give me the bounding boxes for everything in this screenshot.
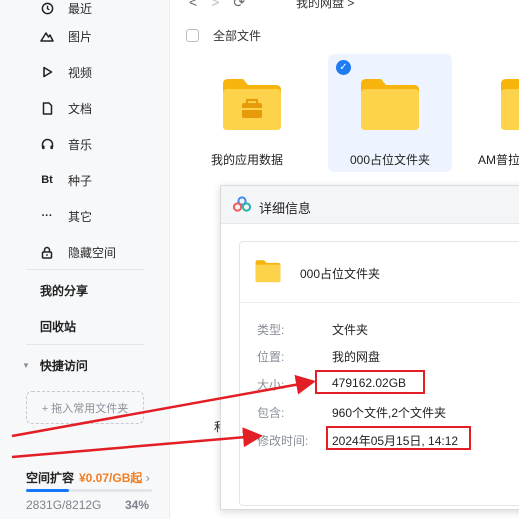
storage-used: 2831G/8212G <box>26 498 102 512</box>
location-value[interactable]: 我的网盘 <box>332 348 380 365</box>
sidebar-item-label: 文档 <box>68 101 93 116</box>
app-folder-icon <box>223 79 281 130</box>
sidebar-item-hidden-space[interactable]: 隐藏空间 <box>0 234 168 270</box>
dialog-header: 详细信息 <box>221 186 519 224</box>
contains-label: 包含: <box>257 406 285 420</box>
select-all-checkbox[interactable] <box>186 29 199 42</box>
nav-buttons: < > ⟳ <box>189 0 245 11</box>
breadcrumb[interactable]: 我的网盘 > <box>296 0 354 11</box>
location-label: 位置: <box>257 350 285 364</box>
more-icon: ··· <box>41 210 53 222</box>
back-icon[interactable]: < <box>189 0 197 11</box>
sidebar-item-label: 视频 <box>68 65 93 80</box>
folder-tile-selected[interactable]: ✓ 000占位文件夹 <box>328 54 452 172</box>
quick-access-header[interactable]: ▼ 快捷访问 <box>22 357 88 374</box>
refresh-icon[interactable]: ⟳ <box>233 0 245 11</box>
sidebar-item-music[interactable]: 音乐 <box>0 126 168 162</box>
sidebar-item-torrents[interactable]: Bt 种子 <box>0 162 168 198</box>
sidebar: 最近 图片 视频 文档 音乐 Bt 种子 ··· 其它 隐藏空间 我的分享 回收… <box>0 0 170 519</box>
size-label: 大小: <box>257 378 285 392</box>
folder-tile[interactable]: AM普拉 <box>471 54 519 172</box>
clock-icon <box>40 1 54 15</box>
play-icon <box>40 65 54 79</box>
folder-icon <box>361 79 419 130</box>
sidebar-item-label: 音乐 <box>68 137 93 152</box>
folder-icon <box>255 260 281 283</box>
mountain-icon <box>40 29 54 43</box>
folder-name: 我的应用数据 <box>210 153 283 167</box>
storage-progress-bar <box>26 489 152 492</box>
contains-value: 960个文件,2个文件夹 <box>332 406 447 420</box>
forward-icon[interactable]: > <box>211 0 219 11</box>
drag-folder-dropzone[interactable]: + 拖入常用文件夹 <box>26 391 144 424</box>
select-all-label: 全部文件 <box>213 29 262 43</box>
headphones-icon <box>40 137 54 151</box>
storage-percent: 34% <box>125 498 150 512</box>
sidebar-item-recycle-bin[interactable]: 回收站 <box>40 318 76 335</box>
divider <box>26 344 144 345</box>
type-label: 类型: <box>257 323 285 337</box>
modified-time-label: 修改时间: <box>257 434 309 448</box>
checkmark-icon[interactable]: ✓ <box>336 60 351 75</box>
sidebar-item-label: 种子 <box>68 173 93 188</box>
folder-name: 000占位文件夹 <box>349 153 431 167</box>
storage-price[interactable]: ¥0.07/GB起 › <box>79 469 150 486</box>
cloud-logo-icon <box>233 196 251 212</box>
quick-access-label: 快捷访问 <box>39 359 88 373</box>
sidebar-item-videos[interactable]: 视频 <box>0 54 168 90</box>
sidebar-item-label: 最近 <box>68 1 93 16</box>
bt-icon: Bt <box>41 174 53 186</box>
folder-name: AM普拉 <box>478 153 519 167</box>
lock-icon <box>40 245 54 259</box>
details-folder-name: 000占位文件夹 <box>300 267 381 281</box>
storage-upgrade-label[interactable]: 空间扩容 <box>26 469 74 486</box>
folder-icon <box>501 79 519 130</box>
storage-progress-fill <box>26 489 69 492</box>
sidebar-item-documents[interactable]: 文档 <box>0 90 168 126</box>
size-highlight-box <box>315 370 425 394</box>
details-dialog: 详细信息 000占位文件夹 类型: 文件夹 位置: 我的网盘 大小: 47916… <box>220 185 519 510</box>
sidebar-item-other[interactable]: ··· 其它 <box>0 198 168 234</box>
document-icon <box>40 101 54 115</box>
storage-price-text: ¥0.07/GB起 <box>79 471 143 485</box>
folder-tile[interactable]: 我的应用数据 <box>185 54 309 172</box>
sidebar-item-label: 隐藏空间 <box>68 245 117 260</box>
sidebar-item-my-share[interactable]: 我的分享 <box>40 282 88 299</box>
modified-time-highlight-box <box>326 426 471 450</box>
sidebar-item-images[interactable]: 图片 <box>0 18 168 54</box>
sidebar-item-label: 图片 <box>68 29 93 44</box>
sidebar-item-label: 其它 <box>68 209 93 224</box>
dialog-title: 详细信息 <box>259 201 312 216</box>
collapse-triangle-icon: ▼ <box>22 361 30 370</box>
type-value: 文件夹 <box>332 323 369 337</box>
divider <box>240 302 519 303</box>
select-all[interactable]: 全部文件 <box>186 27 261 44</box>
divider <box>26 269 144 270</box>
chevron-right-icon: › <box>142 471 150 485</box>
